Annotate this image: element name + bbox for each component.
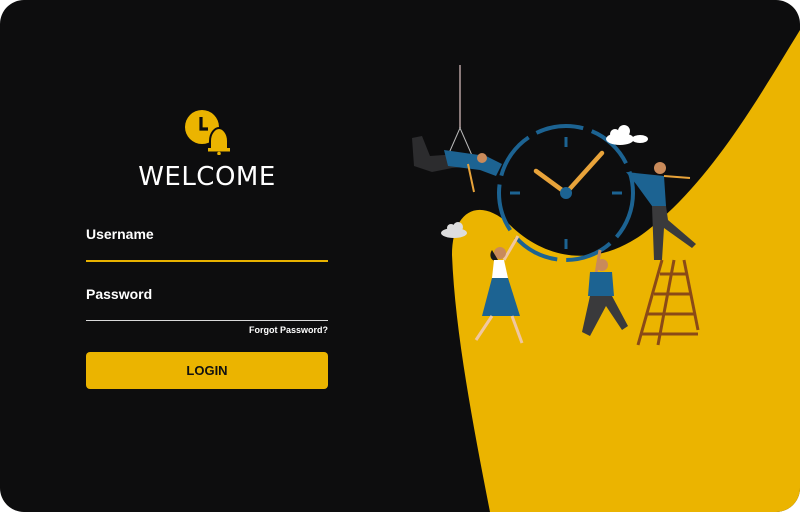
team-clock-illustration — [412, 65, 700, 346]
wall-clock-icon — [497, 124, 635, 262]
woman-figure — [474, 235, 524, 344]
password-input[interactable] — [86, 297, 328, 319]
login-button[interactable]: LOGIN — [86, 352, 328, 389]
ladder-icon — [636, 259, 700, 346]
username-underline — [86, 260, 328, 262]
username-input[interactable] — [86, 237, 328, 259]
clock-bell-icon — [185, 110, 230, 155]
forgot-password-link[interactable]: Forgot Password? — [200, 325, 328, 335]
cloud-icon — [606, 125, 648, 145]
man-on-ladder-figure — [626, 162, 696, 260]
flying-person-figure — [412, 136, 502, 193]
welcome-title: WELCOME — [138, 162, 276, 192]
man-center-figure — [582, 249, 628, 336]
login-window: WELCOME Username Password Forgot Passwor… — [0, 0, 800, 512]
password-underline — [86, 320, 328, 321]
